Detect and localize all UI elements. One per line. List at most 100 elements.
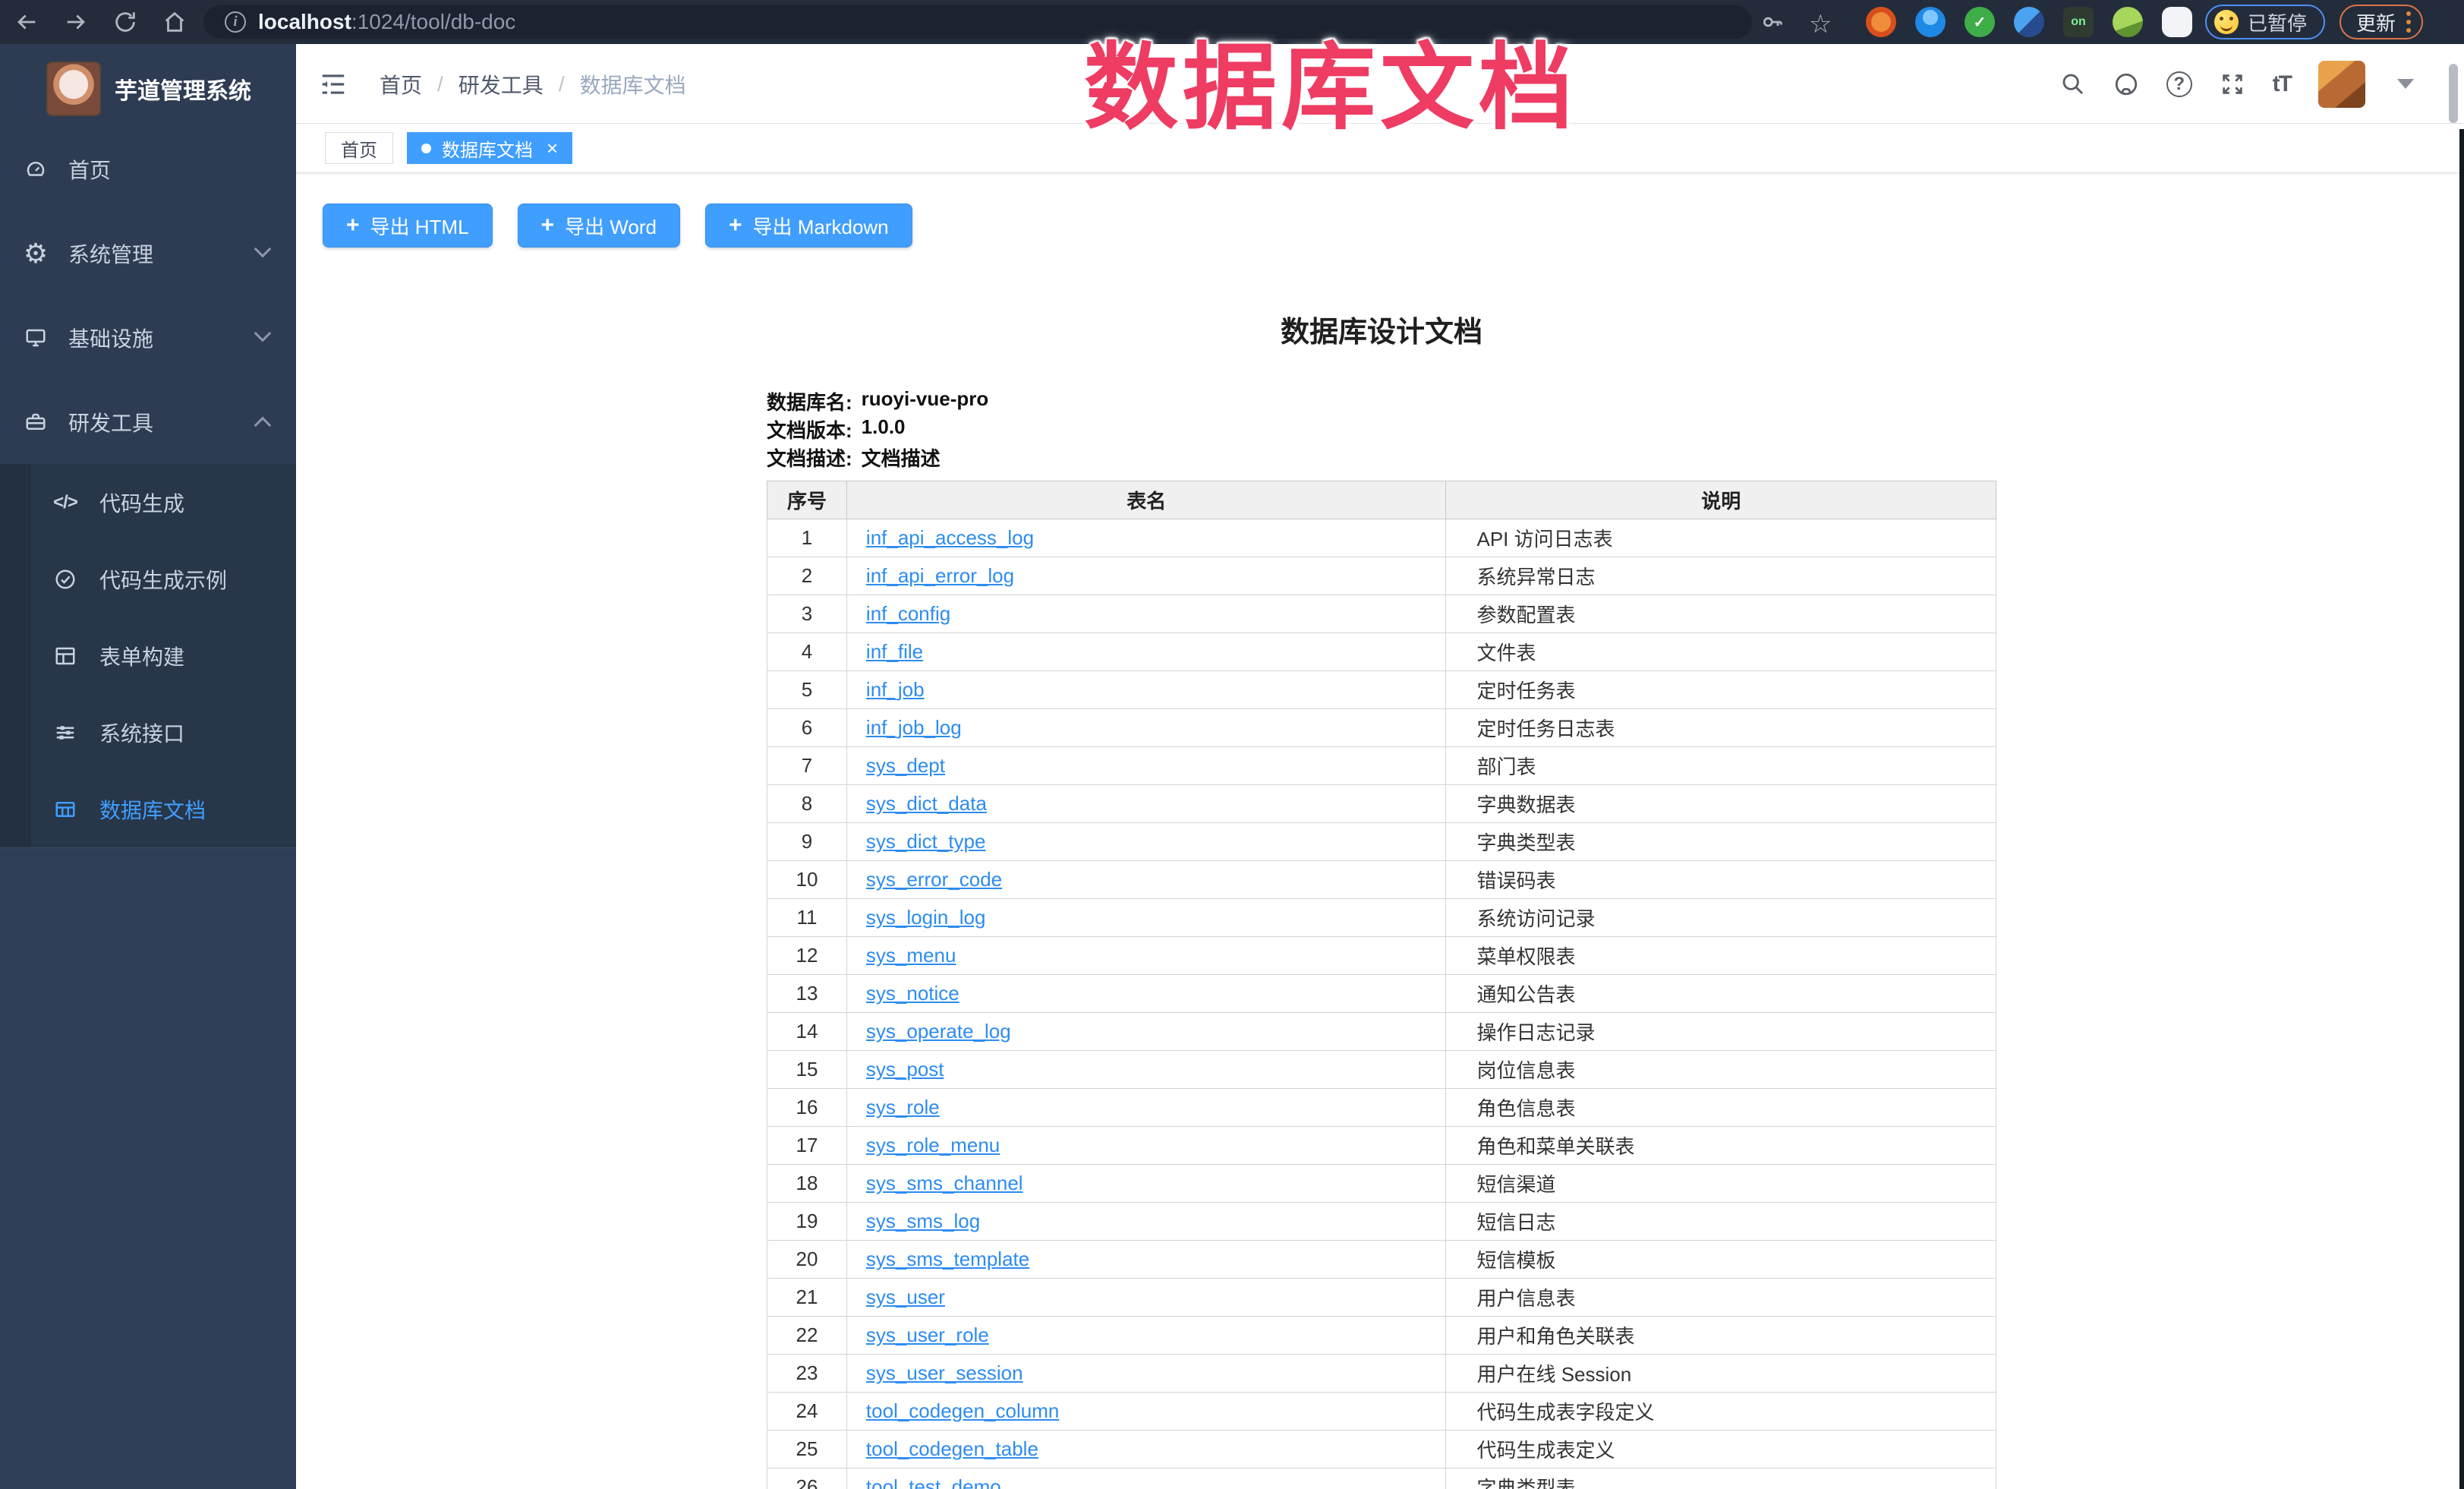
sidebar-subitem-表单构建[interactable]: 表单构建 bbox=[0, 617, 296, 694]
export-button-导出 Markdown[interactable]: +导出 Markdown bbox=[705, 203, 912, 248]
password-key-icon[interactable] bbox=[1760, 9, 1785, 35]
user-avatar[interactable] bbox=[2318, 61, 2365, 108]
row-index: 5 bbox=[767, 671, 847, 709]
collapse-sidebar-icon[interactable] bbox=[319, 70, 348, 99]
table-name-cell: inf_api_access_log bbox=[846, 519, 1446, 557]
sidebar-subitem-数据库文档[interactable]: 数据库文档 bbox=[0, 771, 296, 847]
table-name-cell: sys_user_role bbox=[846, 1317, 1446, 1355]
table-description: 定时任务日志表 bbox=[1446, 709, 1996, 747]
table-row: 9sys_dict_type字典类型表 bbox=[767, 823, 1996, 861]
update-label: 更新 bbox=[2356, 8, 2396, 36]
table-name-cell: tool_test_demo bbox=[846, 1468, 1446, 1489]
row-index: 21 bbox=[767, 1279, 847, 1317]
search-icon[interactable] bbox=[2060, 71, 2086, 97]
github-icon[interactable] bbox=[2113, 71, 2139, 97]
table-name-link[interactable]: inf_config bbox=[866, 602, 950, 625]
table-name-link[interactable]: sys_user bbox=[866, 1286, 945, 1308]
breadcrumb-tools[interactable]: 研发工具 bbox=[458, 69, 544, 99]
table-name-link[interactable]: sys_dict_data bbox=[866, 792, 987, 815]
table-description: 系统访问记录 bbox=[1446, 899, 1996, 937]
url-text[interactable]: localhost:1024/tool/db-doc bbox=[258, 10, 515, 34]
help-icon[interactable]: ? bbox=[2166, 71, 2192, 97]
table-description: 用户和角色关联表 bbox=[1446, 1317, 1996, 1355]
chevron-down-icon[interactable] bbox=[2397, 79, 2414, 89]
bookmark-star-icon[interactable]: ☆ bbox=[1809, 9, 1832, 39]
document-title: 数据库设计文档 bbox=[767, 308, 1996, 350]
app-logo-row[interactable]: 芋道管理系统 bbox=[0, 60, 296, 118]
table-row: 17sys_role_menu角色和菜单关联表 bbox=[767, 1127, 1996, 1165]
table-name-link[interactable]: inf_api_access_log bbox=[866, 526, 1034, 549]
table-name-link[interactable]: sys_role bbox=[866, 1096, 940, 1118]
sidebar-subitem-label: 系统接口 bbox=[99, 718, 184, 748]
sidebar-subitem-代码生成[interactable]: </>代码生成 bbox=[0, 464, 296, 541]
row-index: 9 bbox=[767, 823, 847, 861]
page-scrollbar-thumb[interactable] bbox=[2449, 64, 2458, 123]
table-name-link[interactable]: sys_operate_log bbox=[866, 1020, 1011, 1043]
table-name-link[interactable]: tool_test_demo bbox=[866, 1475, 1001, 1489]
sidebar-subitem-系统接口[interactable]: 系统接口 bbox=[0, 694, 296, 771]
table-row: 6inf_job_log定时任务日志表 bbox=[767, 709, 1996, 747]
table-name-link[interactable]: sys_dept bbox=[866, 754, 945, 777]
sidebar-subitem-代码生成示例[interactable]: 代码生成示例 bbox=[0, 541, 296, 617]
close-icon[interactable]: × bbox=[547, 138, 558, 158]
sidebar-item-基础设施[interactable]: 基础设施 bbox=[0, 295, 296, 380]
table-name-link[interactable]: sys_sms_template bbox=[866, 1248, 1029, 1270]
row-index: 8 bbox=[767, 785, 847, 823]
table-name-link[interactable]: sys_user_session bbox=[866, 1361, 1023, 1384]
table-name-link[interactable]: tool_codegen_column bbox=[866, 1399, 1059, 1422]
table-name-link[interactable]: inf_api_error_log bbox=[866, 564, 1014, 587]
extension-icon-2[interactable] bbox=[1915, 7, 1946, 37]
font-size-icon[interactable]: tT bbox=[2273, 71, 2291, 97]
table-name-link[interactable]: sys_post bbox=[866, 1058, 944, 1080]
table-name-link[interactable]: inf_file bbox=[866, 640, 923, 663]
table-name-link[interactable]: sys_dict_type bbox=[866, 830, 986, 853]
table-name-link[interactable]: sys_sms_log bbox=[866, 1210, 980, 1232]
extensions-puzzle-icon[interactable] bbox=[2162, 7, 2192, 37]
table-name-link[interactable]: inf_job_log bbox=[866, 716, 962, 739]
table-name-cell: sys_user bbox=[846, 1279, 1446, 1317]
table-description: 用户在线 Session bbox=[1446, 1355, 1996, 1393]
table-description: 用户信息表 bbox=[1446, 1279, 1996, 1317]
browser-back-icon[interactable] bbox=[14, 9, 39, 35]
column-header: 说明 bbox=[1446, 481, 1996, 519]
sidebar-item-研发工具[interactable]: 研发工具 bbox=[0, 380, 296, 464]
browser-home-icon[interactable] bbox=[162, 9, 187, 35]
extension-icon-4[interactable] bbox=[2014, 7, 2044, 37]
table-name-link[interactable]: sys_notice bbox=[866, 982, 959, 1005]
table-description: 角色信息表 bbox=[1446, 1089, 1996, 1127]
active-tag-dot-icon bbox=[421, 144, 431, 153]
table-name-link[interactable]: sys_user_role bbox=[866, 1323, 989, 1346]
paused-extension-badge[interactable]: 已暂停 bbox=[2205, 5, 2325, 39]
sidebar-item-首页[interactable]: 首页 bbox=[0, 127, 296, 211]
breadcrumb: 首页 / 研发工具 / 数据库文档 bbox=[380, 44, 686, 124]
table-name-link[interactable]: sys_sms_channel bbox=[866, 1172, 1023, 1194]
sidebar-item-系统管理[interactable]: ⚙系统管理 bbox=[0, 211, 296, 295]
tag-首页[interactable]: 首页 bbox=[325, 132, 393, 164]
table-name-link[interactable]: inf_job bbox=[866, 678, 925, 701]
breadcrumb-home[interactable]: 首页 bbox=[380, 69, 422, 99]
table-description: 文件表 bbox=[1446, 633, 1996, 671]
row-index: 14 bbox=[767, 1013, 847, 1051]
sidebar-item-label: 研发工具 bbox=[68, 407, 153, 437]
table-name-link[interactable]: sys_menu bbox=[866, 944, 956, 967]
table-name-link[interactable]: sys_error_code bbox=[866, 868, 1002, 891]
table-name-link[interactable]: sys_login_log bbox=[866, 906, 986, 929]
table-name-cell: inf_job bbox=[846, 671, 1446, 709]
browser-menu-icon[interactable] bbox=[2406, 11, 2411, 33]
export-button-导出 Word[interactable]: +导出 Word bbox=[518, 203, 680, 248]
extension-icon-1[interactable] bbox=[1866, 7, 1896, 37]
browser-forward-icon[interactable] bbox=[63, 9, 89, 35]
browser-update-button[interactable]: 更新 bbox=[2340, 5, 2423, 39]
fullscreen-icon[interactable] bbox=[2220, 71, 2245, 97]
table-name-link[interactable]: tool_codegen_table bbox=[866, 1437, 1038, 1460]
extension-icon-on[interactable]: on bbox=[2063, 7, 2094, 37]
table-row: 7sys_dept部门表 bbox=[767, 747, 1996, 785]
export-button-导出 HTML[interactable]: +导出 HTML bbox=[323, 203, 493, 248]
browser-reload-icon[interactable] bbox=[112, 9, 138, 35]
extension-icon-5[interactable] bbox=[2113, 7, 2143, 37]
table-row: 8sys_dict_data字典数据表 bbox=[767, 785, 1996, 823]
tag-数据库文档[interactable]: 数据库文档× bbox=[407, 132, 572, 164]
extension-icon-3[interactable]: ✓ bbox=[1965, 7, 1995, 37]
site-info-icon[interactable]: i bbox=[225, 11, 246, 33]
table-name-link[interactable]: sys_role_menu bbox=[866, 1134, 1000, 1156]
